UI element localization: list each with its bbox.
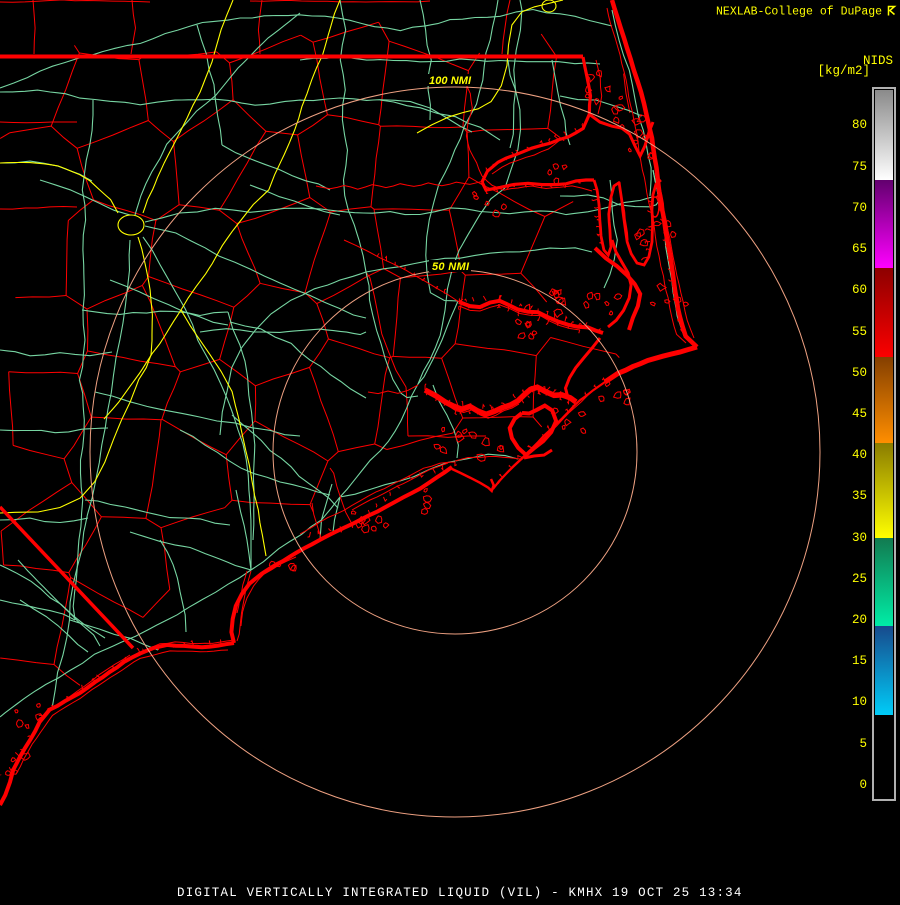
svg-text:70: 70 xyxy=(852,201,867,215)
svg-text:5: 5 xyxy=(859,737,867,751)
svg-text:30: 30 xyxy=(852,531,867,545)
svg-text:80: 80 xyxy=(852,118,867,132)
svg-text:60: 60 xyxy=(852,283,867,297)
svg-text:20: 20 xyxy=(852,613,867,627)
svg-text:50 NMI: 50 NMI xyxy=(432,261,470,273)
svg-text:25: 25 xyxy=(852,572,867,586)
svg-text:0: 0 xyxy=(859,778,867,792)
svg-text:45: 45 xyxy=(852,407,867,421)
svg-text:100 NMI: 100 NMI xyxy=(429,75,472,87)
svg-text:35: 35 xyxy=(852,489,867,503)
svg-text:DIGITAL VERTICALLY INTEGRATED: DIGITAL VERTICALLY INTEGRATED LIQUID (VI… xyxy=(177,886,743,900)
svg-text:55: 55 xyxy=(852,325,867,339)
svg-text:15: 15 xyxy=(852,654,867,668)
svg-text:50: 50 xyxy=(852,366,867,380)
svg-text:75: 75 xyxy=(852,160,867,174)
svg-text:40: 40 xyxy=(852,448,867,462)
svg-text:65: 65 xyxy=(852,242,867,256)
svg-text:10: 10 xyxy=(852,695,867,709)
svg-text:[kg/m2]: [kg/m2] xyxy=(817,64,870,78)
svg-text:NEXLAB-College of DuPage: NEXLAB-College of DuPage xyxy=(716,6,882,19)
